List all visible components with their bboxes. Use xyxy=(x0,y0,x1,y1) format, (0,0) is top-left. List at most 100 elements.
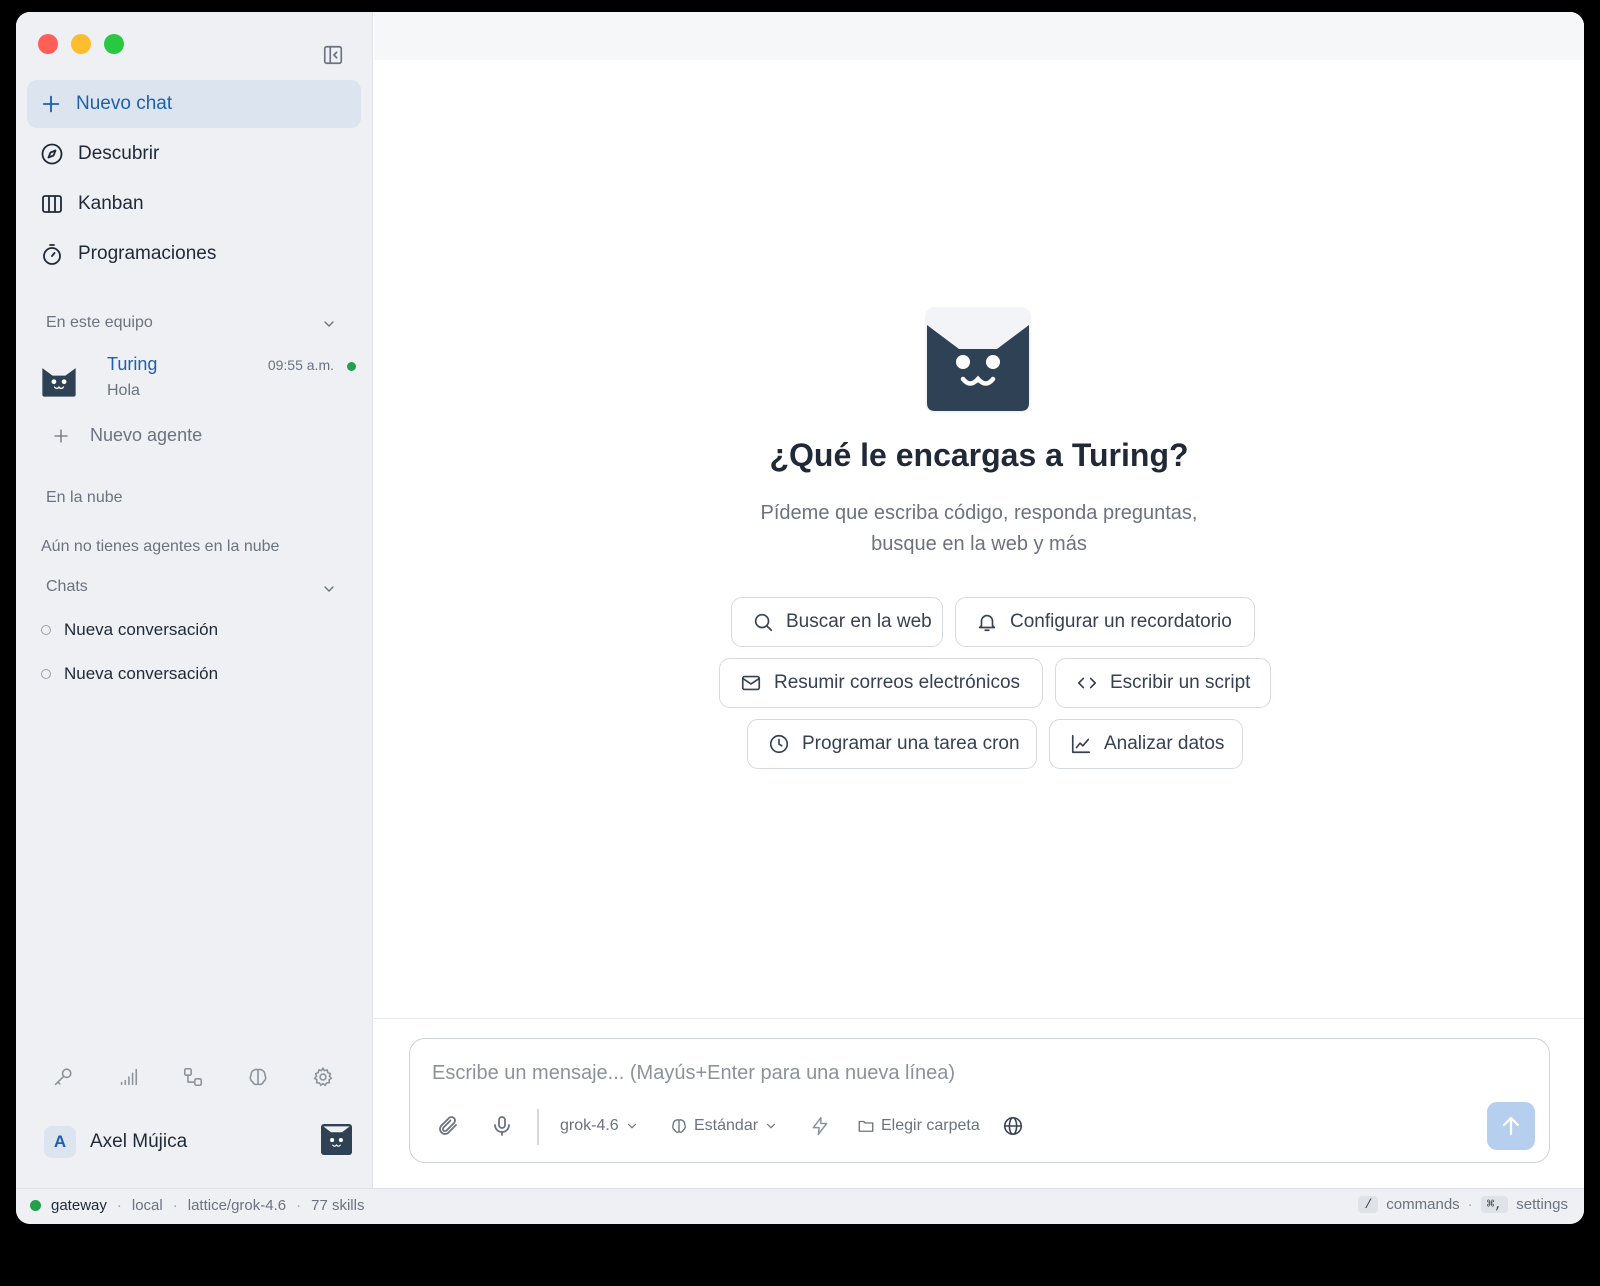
suggestion-summarize-emails[interactable]: Resumir correos electrónicos xyxy=(719,658,1043,708)
settings-shortcut: ⌘, xyxy=(1480,1196,1509,1213)
composer-divider xyxy=(374,1018,1584,1019)
suggestion-search-web[interactable]: Buscar en la web xyxy=(731,597,943,647)
close-window-button[interactable] xyxy=(38,34,58,54)
sidebar-item-label: Descubrir xyxy=(78,143,160,164)
app-window: Nuevo chat Descubrir Kanban Programacion… xyxy=(16,12,1584,1224)
signal-icon[interactable] xyxy=(115,1064,141,1090)
settings-link[interactable]: settings xyxy=(1516,1196,1568,1213)
suggestion-label: Analizar datos xyxy=(1104,733,1225,754)
arrow-up-icon xyxy=(1502,1116,1520,1136)
send-button[interactable] xyxy=(1487,1102,1535,1150)
agent-item-turing[interactable]: Turing Hola 09:55 a.m. xyxy=(40,352,360,408)
separator-dot: · xyxy=(1467,1196,1473,1213)
toolbar-separator xyxy=(537,1109,539,1145)
sidebar-item-label: Kanban xyxy=(78,193,144,214)
user-profile[interactable]: A Axel Mújica xyxy=(44,1122,354,1162)
chevron-down-icon xyxy=(766,1123,776,1129)
suggestion-write-script[interactable]: Escribir un script xyxy=(1055,658,1271,708)
sidebar: Nuevo chat Descubrir Kanban Programacion… xyxy=(16,12,373,1188)
message-input[interactable] xyxy=(432,1057,1432,1089)
minimize-window-button[interactable] xyxy=(71,34,91,54)
brain-icon xyxy=(672,1119,686,1133)
chat-title: Nueva conversación xyxy=(64,620,219,639)
chevron-down-icon[interactable] xyxy=(321,316,337,332)
model-selector[interactable]: grok-4.6 xyxy=(560,1111,639,1141)
mode-selector[interactable]: Estándar xyxy=(670,1111,778,1141)
cloud-section-label: En la nube xyxy=(46,489,123,506)
welcome-title: ¿Qué le encargas a Turing? xyxy=(769,437,1189,473)
chat-list-item[interactable]: Nueva conversación xyxy=(41,664,218,684)
workflow-icon[interactable] xyxy=(180,1064,206,1090)
sidebar-item-kanban[interactable]: Kanban xyxy=(27,180,361,228)
chevron-down-icon xyxy=(627,1123,636,1129)
chat-title: Nueva conversación xyxy=(64,664,219,683)
separator-dot: · xyxy=(172,1197,178,1214)
suggestion-label: Resumir correos electrónicos xyxy=(774,672,1021,693)
brain-icon[interactable] xyxy=(245,1064,271,1090)
choose-folder-button[interactable]: Elegir carpeta xyxy=(857,1111,980,1141)
new-chat-label: Nuevo chat xyxy=(76,93,173,114)
status-left: gateway · local · lattice/grok-4.6 · 77 … xyxy=(30,1197,364,1214)
turing-cat-icon[interactable] xyxy=(320,1124,353,1155)
chat-status-icon xyxy=(41,625,51,635)
key-icon[interactable] xyxy=(50,1064,76,1090)
bell-icon xyxy=(978,614,996,632)
agent-last-message: Hola xyxy=(107,382,140,399)
clock-icon xyxy=(769,734,789,754)
new-agent-label: Nuevo agente xyxy=(90,425,203,445)
suggestion-schedule-cron[interactable]: Programar una tarea cron xyxy=(747,719,1037,769)
user-name: Axel Mújica xyxy=(90,1131,188,1152)
new-agent-button[interactable]: Nuevo agente xyxy=(52,425,202,446)
user-avatar: A xyxy=(44,1126,76,1158)
suggestion-label: Escribir un script xyxy=(1110,672,1251,693)
chevron-down-icon[interactable] xyxy=(321,581,337,597)
sidebar-item-schedules[interactable]: Programaciones xyxy=(27,230,361,278)
suggestion-label: Buscar en la web xyxy=(786,611,932,632)
model-label: grok-4.6 xyxy=(560,1117,619,1134)
agent-name: Turing xyxy=(107,354,158,374)
line-chart-icon xyxy=(1071,734,1091,754)
lightning-icon[interactable] xyxy=(810,1111,830,1141)
skills-count: 77 skills xyxy=(311,1197,365,1214)
cloud-empty-message: Aún no tienes agentes en la nube xyxy=(41,538,280,555)
status-bar: gateway · local · lattice/grok-4.6 · 77 … xyxy=(16,1188,1584,1224)
gateway-status-dot xyxy=(30,1200,41,1211)
main-topbar xyxy=(374,12,1584,60)
microphone-icon[interactable] xyxy=(490,1111,514,1141)
mail-icon xyxy=(741,675,761,691)
model-path-label: lattice/grok-4.6 xyxy=(187,1197,287,1214)
commands-shortcut: / xyxy=(1358,1196,1379,1213)
settings-gear-icon[interactable] xyxy=(310,1064,336,1090)
welcome-subtitle: Pídeme que escriba código, responda preg… xyxy=(760,502,1198,555)
folder-icon xyxy=(858,1120,874,1132)
status-right: / commands · ⌘, settings xyxy=(1358,1196,1568,1213)
plus-icon xyxy=(42,95,60,113)
online-status-dot xyxy=(347,362,356,371)
team-section-label: En este equipo xyxy=(46,314,153,331)
main-area: ¿Qué le encargas a Turing? Pídeme que es… xyxy=(374,12,1584,1188)
suggestion-label: Programar una tarea cron xyxy=(802,733,1020,754)
commands-link[interactable]: commands xyxy=(1386,1196,1459,1213)
gateway-label: gateway xyxy=(51,1197,107,1214)
attach-icon[interactable] xyxy=(436,1111,460,1141)
folder-label: Elegir carpeta xyxy=(881,1117,980,1134)
sidebar-item-label: Programaciones xyxy=(78,243,217,264)
timer-icon xyxy=(43,244,61,265)
suggestion-set-reminder[interactable]: Configurar un recordatorio xyxy=(955,597,1255,647)
suggestion-label: Configurar un recordatorio xyxy=(1010,611,1232,632)
code-icon xyxy=(1077,677,1097,689)
turing-logo-icon xyxy=(925,307,1031,413)
maximize-window-button[interactable] xyxy=(104,34,124,54)
kanban-icon xyxy=(42,195,62,213)
sidebar-item-discover[interactable]: Descubrir xyxy=(27,130,361,178)
sidebar-toggle-icon[interactable] xyxy=(322,44,346,68)
new-chat-button[interactable]: Nuevo chat xyxy=(27,80,361,128)
suggestion-analyze-data[interactable]: Analizar datos xyxy=(1049,719,1243,769)
separator-dot: · xyxy=(116,1197,122,1214)
sidebar-tools xyxy=(50,1064,336,1090)
separator-dot: · xyxy=(296,1197,302,1214)
chat-list-item[interactable]: Nueva conversación xyxy=(41,620,218,640)
globe-icon[interactable] xyxy=(1002,1111,1024,1141)
window-controls xyxy=(38,34,124,54)
search-icon xyxy=(754,613,773,632)
